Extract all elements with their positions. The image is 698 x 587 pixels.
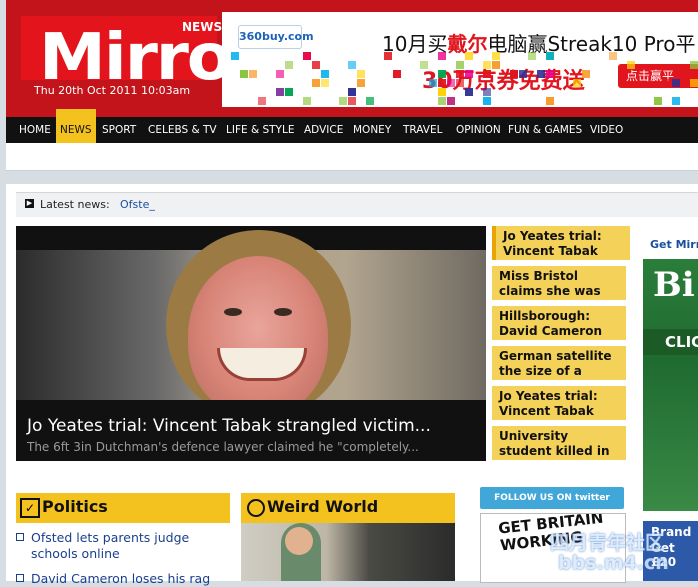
sidebar-ad-headline: Bi <box>653 265 695 305</box>
politics-item-link[interactable]: Ofsted lets parents judge schools online <box>31 530 221 562</box>
nav-item-video[interactable]: VIDEO <box>590 117 623 143</box>
politics-item-link[interactable]: David Cameron loses his rag <box>31 571 221 587</box>
story-title: Jo Yeates trial: Vincent Tabak <box>499 389 598 418</box>
story-title: Hillsborough: David Cameron <box>499 309 603 338</box>
politics-section-header[interactable]: ✓ Politics <box>16 493 230 523</box>
hero-story[interactable]: Jo Yeates trial: Vincent Tabak strangled… <box>16 226 486 461</box>
story-title: German satellite the size of a <box>499 349 612 378</box>
sidebar-ad-click[interactable]: CLIC <box>643 329 698 355</box>
story-link[interactable]: Hillsborough: David Cameron <box>492 306 626 340</box>
ad-headline: 10月买戴尔电脑赢Streak10 Pro平 <box>382 32 696 56</box>
list-item[interactable]: David Cameron loses his rag <box>16 571 216 587</box>
nav-item-advice[interactable]: ADVICE <box>304 117 343 143</box>
arrow-right-icon: ▶ <box>25 199 34 208</box>
sub-nav-bar <box>6 143 698 171</box>
nav-item-sport[interactable]: SPORT <box>102 117 136 143</box>
story-title: Miss Bristol claims she was <box>499 269 601 298</box>
nav-item-life-style[interactable]: LIFE & STYLE <box>226 117 294 143</box>
nav-item-news[interactable]: NEWS <box>56 109 96 143</box>
nav-item-home[interactable]: HOME <box>19 117 51 143</box>
hero-title[interactable]: Jo Yeates trial: Vincent Tabak strangled… <box>27 416 431 436</box>
watermark-text: 四月青年社区 <box>550 532 665 554</box>
latest-news-link[interactable]: Ofste_ <box>120 198 155 211</box>
globe-icon <box>247 499 265 517</box>
weird-world-title: Weird World <box>267 497 379 516</box>
main-nav: HOME NEWS SPORT CELEBS & TV LIFE & STYLE ADVI… <box>6 109 698 143</box>
ad-brand-logo: 360buy.com <box>238 25 314 49</box>
get-mirror-link[interactable]: Get Mirro <box>650 238 698 251</box>
watermark-url: bbs.m4.cn <box>558 552 669 574</box>
bullet-icon <box>16 533 24 541</box>
story-link[interactable]: Jo Yeates trial: Vincent Tabak <box>492 226 630 260</box>
sidebar-ad[interactable]: Bi CLIC <box>643 259 698 511</box>
hero-image <box>16 230 486 420</box>
hero-caption: Jo Yeates trial: Vincent Tabak strangled… <box>16 400 486 461</box>
story-title: Jo Yeates trial: Vincent Tabak <box>503 229 602 258</box>
twitter-follow-button[interactable]: FOLLOW US ON twitter <box>480 487 624 509</box>
nav-item-fun-games[interactable]: FUN & GAMES <box>508 117 582 143</box>
politics-title: Politics <box>42 497 108 516</box>
logo-news-tag: NEWS <box>182 20 223 34</box>
story-link[interactable]: Jo Yeates trial: Vincent Tabak <box>492 386 626 420</box>
top-ad-banner[interactable]: 360buy.com 10月买戴尔电脑赢Streak10 Pro平 30万京券免… <box>222 12 698 107</box>
nav-item-travel[interactable]: TRAVEL <box>403 117 442 143</box>
story-link[interactable]: Miss Bristol claims she was <box>492 266 626 300</box>
list-item[interactable]: Ofsted lets parents judge schools online <box>16 530 216 562</box>
hero-subtitle: The 6ft 3in Dutchman's defence lawyer cl… <box>27 440 419 454</box>
latest-news-label: Latest news: <box>40 198 110 211</box>
date-display: Thu 20th Oct 2011 10:03am <box>34 84 191 97</box>
story-title: University student killed in <box>499 429 610 458</box>
weird-world-section-header[interactable]: Weird World <box>241 493 455 523</box>
nav-item-celebs-tv[interactable]: CELEBS & TV <box>148 117 217 143</box>
weird-world-image[interactable] <box>241 523 455 581</box>
nav-item-money[interactable]: MONEY <box>353 117 391 143</box>
latest-news-bar: ▶ Latest news: Ofste_ <box>16 192 698 217</box>
nav-item-opinion[interactable]: OPINION <box>456 117 501 143</box>
story-link[interactable]: German satellite the size of a <box>492 346 626 380</box>
story-link[interactable]: University student killed in <box>492 426 626 460</box>
checkbox-icon: ✓ <box>20 498 40 518</box>
